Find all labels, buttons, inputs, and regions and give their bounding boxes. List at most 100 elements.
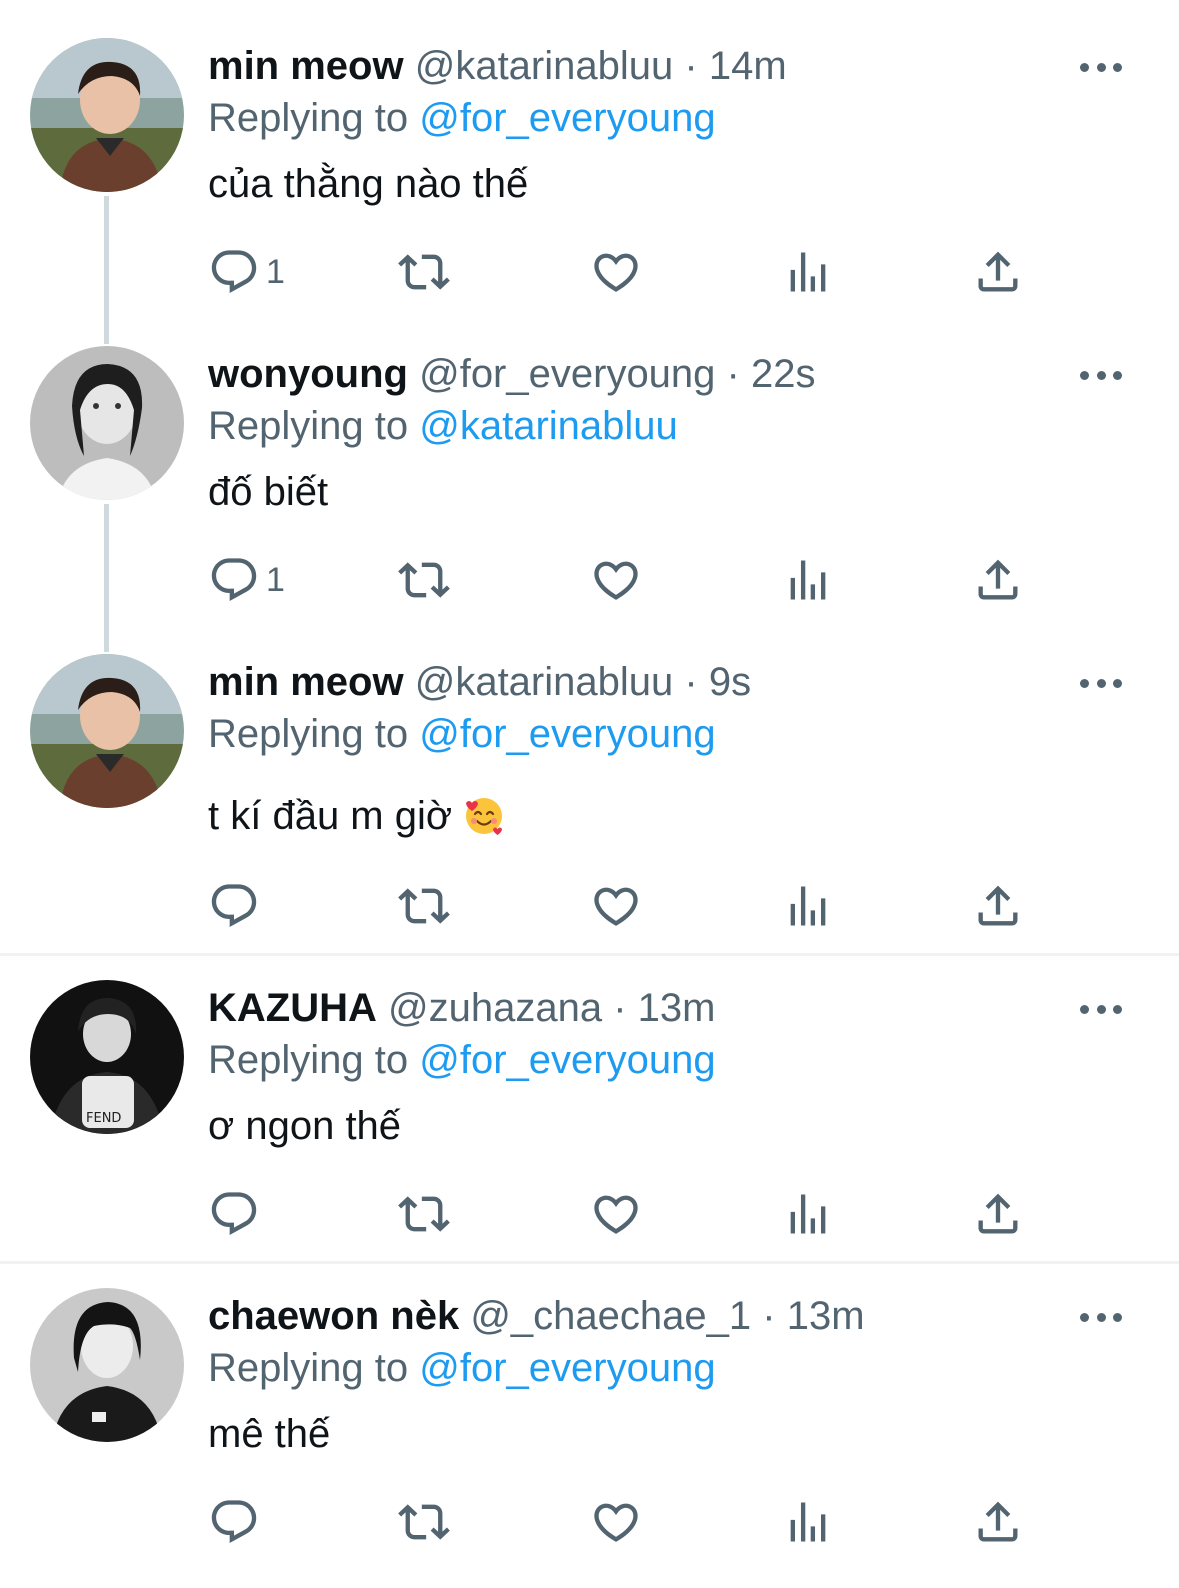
mention-link[interactable]: @katarinabluu — [419, 404, 678, 448]
like-button[interactable] — [590, 1494, 642, 1550]
tweet[interactable]: chaewon nèk @_chaechae_1 · 13m Replying … — [0, 1288, 1179, 1588]
reply-button[interactable] — [208, 878, 266, 934]
replying-to: Replying to @for_everyoung — [208, 706, 716, 762]
avatar[interactable] — [30, 346, 184, 500]
more-icon[interactable] — [1080, 1002, 1122, 1016]
like-button[interactable] — [590, 552, 642, 608]
user-handle[interactable]: @katarinabluu — [415, 44, 674, 88]
more-icon[interactable] — [1080, 676, 1122, 690]
retweet-icon — [398, 1496, 450, 1548]
more-icon[interactable] — [1080, 1310, 1122, 1324]
share-button[interactable] — [972, 552, 1024, 608]
replying-to-label: Replying to — [208, 404, 409, 448]
display-name[interactable]: min meow — [208, 44, 404, 88]
tweet[interactable]: FEND KAZUHA @zuhazana · 13m Replying to … — [0, 980, 1179, 1260]
share-button[interactable] — [972, 1494, 1024, 1550]
tweet-actions — [208, 878, 1048, 934]
retweet-button[interactable] — [398, 552, 450, 608]
tweet-header: min meow @katarinabluu · 9s — [208, 654, 751, 710]
reply-icon — [208, 554, 260, 606]
user-handle[interactable]: @zuhazana — [388, 986, 602, 1030]
retweet-icon — [398, 246, 450, 298]
display-name[interactable]: min meow — [208, 660, 404, 704]
replying-to-label: Replying to — [208, 712, 409, 756]
tweet-header: min meow @katarinabluu · 14m — [208, 38, 787, 94]
reply-count: 1 — [266, 560, 285, 599]
svg-text:FEND: FEND — [86, 1111, 121, 1126]
divider — [0, 953, 1179, 956]
views-icon — [782, 880, 834, 932]
avatar[interactable] — [30, 654, 184, 808]
avatar[interactable] — [30, 1288, 184, 1442]
timestamp[interactable]: 9s — [709, 660, 751, 704]
mention-link[interactable]: @for_everyoung — [419, 1038, 715, 1082]
like-icon — [590, 1188, 642, 1240]
avatar[interactable] — [30, 38, 184, 192]
share-button[interactable] — [972, 244, 1024, 300]
timestamp[interactable]: 14m — [709, 44, 787, 88]
divider — [0, 1261, 1179, 1264]
more-icon[interactable] — [1080, 368, 1122, 382]
retweet-button[interactable] — [398, 244, 450, 300]
like-icon — [590, 554, 642, 606]
retweet-button[interactable] — [398, 1186, 450, 1242]
tweet-header: KAZUHA @zuhazana · 13m — [208, 980, 715, 1036]
tweet-header: chaewon nèk @_chaechae_1 · 13m — [208, 1288, 865, 1344]
tweet-text-body: t kí đầu m giờ — [208, 794, 453, 838]
reply-icon — [208, 246, 260, 298]
reply-button[interactable]: 1 — [208, 244, 285, 300]
mention-link[interactable]: @for_everyoung — [419, 1346, 715, 1390]
views-button[interactable] — [782, 552, 834, 608]
user-handle[interactable]: @for_everyoung — [419, 352, 715, 396]
timestamp[interactable]: 13m — [638, 986, 716, 1030]
replying-to: Replying to @for_everyoung — [208, 1032, 716, 1088]
share-button[interactable] — [972, 878, 1024, 934]
timestamp[interactable]: 13m — [787, 1294, 865, 1338]
tweet[interactable]: min meow @katarinabluu · 9s Replying to … — [0, 654, 1179, 954]
display-name[interactable]: wonyoung — [208, 352, 408, 396]
reply-button[interactable] — [208, 1494, 266, 1550]
views-button[interactable] — [782, 1494, 834, 1550]
tweet-text: t kí đầu m giờ — [208, 788, 506, 844]
share-icon — [972, 1188, 1024, 1240]
mention-link[interactable]: @for_everyoung — [419, 96, 715, 140]
replying-to-label: Replying to — [208, 1038, 409, 1082]
tweet-text: ơ ngon thế — [208, 1104, 402, 1148]
separator-dot: · — [613, 986, 627, 1030]
like-button[interactable] — [590, 244, 642, 300]
like-button[interactable] — [590, 878, 642, 934]
user-handle[interactable]: @katarinabluu — [415, 660, 674, 704]
timestamp[interactable]: 22s — [751, 352, 816, 396]
retweet-button[interactable] — [398, 878, 450, 934]
share-icon — [972, 246, 1024, 298]
retweet-icon — [398, 1188, 450, 1240]
separator-dot: · — [762, 1294, 776, 1338]
views-icon — [782, 1496, 834, 1548]
replying-to: Replying to @for_everyoung — [208, 1340, 716, 1396]
like-button[interactable] — [590, 1186, 642, 1242]
tweet-text: mê thế — [208, 1412, 331, 1456]
display-name[interactable]: chaewon nèk — [208, 1294, 459, 1338]
views-icon — [782, 1188, 834, 1240]
tweet[interactable]: wonyoung @for_everyoung · 22s Replying t… — [0, 346, 1179, 646]
user-handle[interactable]: @_chaechae_1 — [470, 1294, 751, 1338]
more-icon[interactable] — [1080, 60, 1122, 74]
tweet-text: đố biết — [208, 470, 329, 514]
mention-link[interactable]: @for_everyoung — [419, 712, 715, 756]
views-button[interactable] — [782, 244, 834, 300]
avatar[interactable]: FEND — [30, 980, 184, 1134]
views-icon — [782, 246, 834, 298]
tweet-header: wonyoung @for_everyoung · 22s — [208, 346, 816, 402]
reply-icon — [208, 880, 260, 932]
views-button[interactable] — [782, 1186, 834, 1242]
tweet-actions — [208, 1186, 1048, 1242]
tweet[interactable]: min meow @katarinabluu · 14m Replying to… — [0, 38, 1179, 338]
retweet-icon — [398, 880, 450, 932]
reply-button[interactable] — [208, 1186, 266, 1242]
reply-button[interactable]: 1 — [208, 552, 285, 608]
views-button[interactable] — [782, 878, 834, 934]
display-name[interactable]: KAZUHA — [208, 986, 377, 1030]
share-button[interactable] — [972, 1186, 1024, 1242]
retweet-button[interactable] — [398, 1494, 450, 1550]
reply-icon — [208, 1188, 260, 1240]
